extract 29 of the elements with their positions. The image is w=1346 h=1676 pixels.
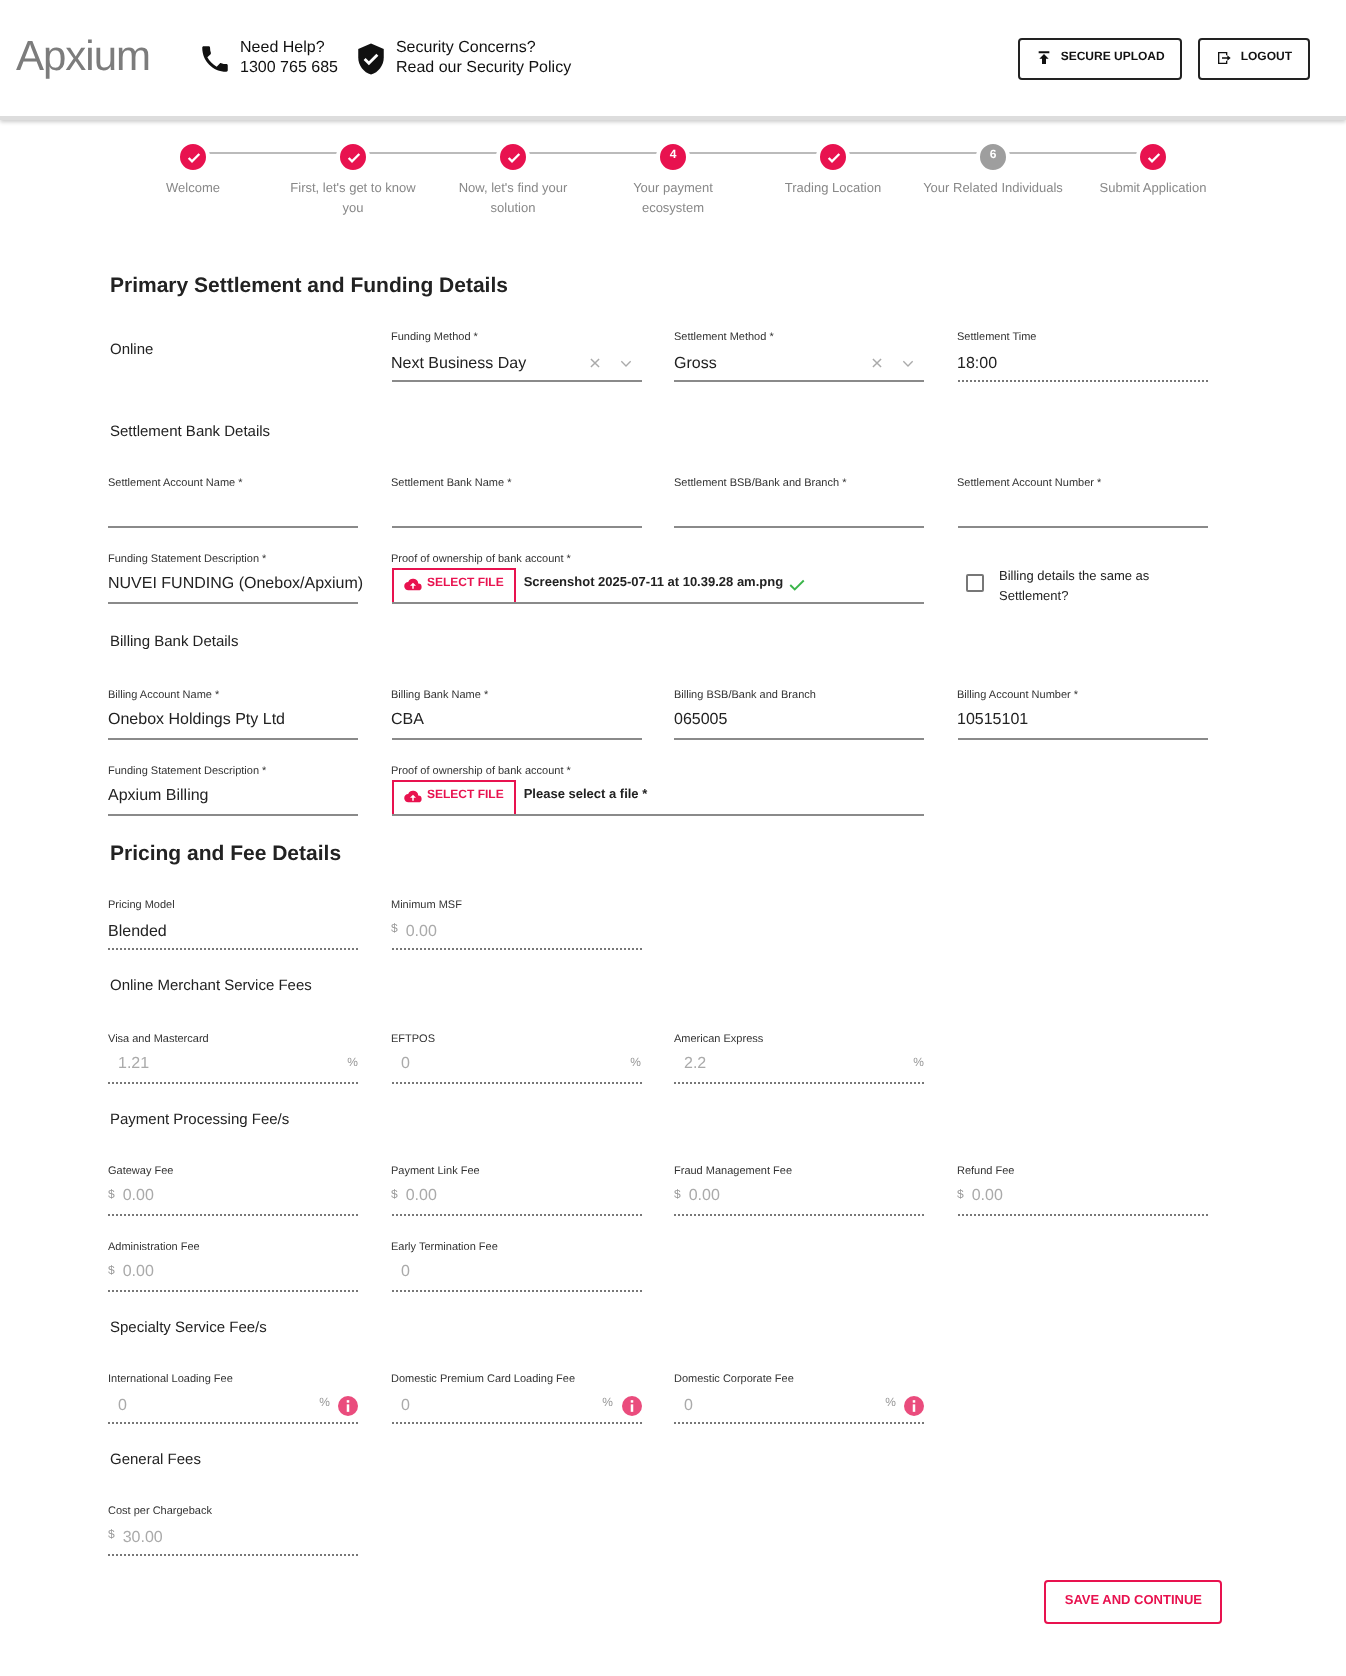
- input-field[interactable]: 10515101: [957, 703, 1207, 739]
- clear-icon: [587, 356, 601, 371]
- clear-icon: [870, 356, 884, 371]
- input-field[interactable]: NUVEI FUNDING (Onebox/Apxium): [108, 567, 358, 604]
- logo-text: Apxium: [16, 32, 151, 85]
- security-policy-link[interactable]: Read our Security Policy: [395, 58, 572, 78]
- caret-icon: [900, 355, 916, 372]
- security-title: Security Concerns?: [395, 38, 538, 58]
- shield-check-icon: [353, 41, 388, 75]
- readonly-field: Blended: [108, 914, 358, 951]
- upload-icon: [1036, 50, 1053, 66]
- select-field[interactable]: Next Business Day: [391, 346, 641, 383]
- cloud-upload-icon: [403, 788, 421, 806]
- checkbox[interactable]: [965, 573, 983, 592]
- input-field[interactable]: Apxium Billing: [108, 779, 358, 815]
- help-title: Need Help?: [240, 38, 327, 58]
- input-field[interactable]: Onebox Holdings Pty Ltd: [108, 703, 358, 739]
- input-field[interactable]: CBA: [391, 703, 641, 739]
- section-title: Primary Settlement and Funding Details: [110, 271, 510, 301]
- readonly-field: 0: [391, 1255, 641, 1292]
- phone-icon: [198, 41, 233, 75]
- cloud-upload-icon: [403, 576, 421, 595]
- section-title: Pricing and Fee Details: [110, 839, 344, 869]
- select-field[interactable]: Gross: [674, 346, 924, 383]
- readonly-field: 18:00: [957, 346, 1207, 383]
- phone-number: 1300 765 685: [240, 58, 338, 78]
- input-field[interactable]: 065005: [674, 703, 924, 739]
- logout-icon: [1216, 50, 1233, 66]
- caret-icon: [617, 355, 633, 372]
